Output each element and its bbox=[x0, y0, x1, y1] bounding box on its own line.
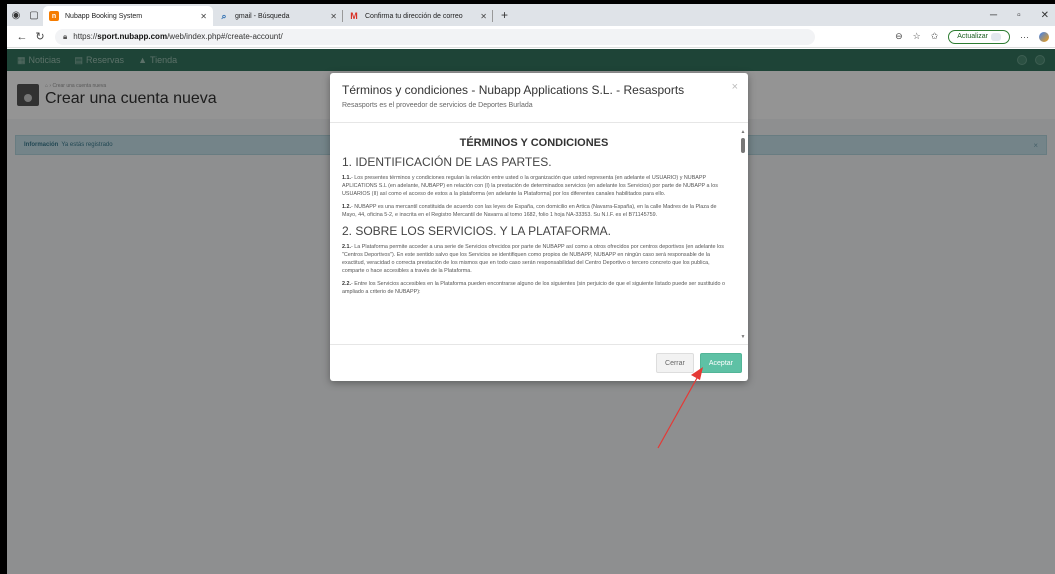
nubapp-favicon-icon: n bbox=[49, 11, 59, 21]
copilot-icon[interactable] bbox=[1039, 31, 1049, 42]
terms-heading: TÉRMINOS Y CONDICIONES bbox=[459, 137, 609, 149]
address-bar: ← ↻ 🔒︎ https://sport.nubapp.com/web/inde… bbox=[7, 26, 1055, 48]
modal-footer: Cerrar Aceptar bbox=[330, 345, 748, 381]
modal-subtitle: Resasports es el proveedor de servicios … bbox=[342, 102, 533, 109]
toolbar-right: ⊖ ☆ ✩ Actualizar ··· bbox=[895, 29, 1049, 44]
terms-scrollbar[interactable]: ▲ ▼ bbox=[740, 129, 746, 341]
terms-scroll-area[interactable]: TÉRMINOS Y CONDICIONES 1. IDENTIFICACIÓN… bbox=[330, 123, 748, 345]
scroll-up-icon[interactable]: ▲ bbox=[740, 129, 746, 136]
window-controls: ─ ▫ ✕ bbox=[990, 10, 1055, 21]
new-tab-button[interactable]: + bbox=[493, 8, 516, 22]
page-content: ▦ Noticias ▤ Reservas ▲ Tienda ⌂ › Crear un… bbox=[7, 49, 1055, 574]
favorites-icon[interactable]: ✩ bbox=[931, 31, 939, 42]
section-heading: 2. SOBRE LOS SERVICIOS. Y LA PLATAFORMA. bbox=[342, 224, 611, 238]
tab-label: gmail - Búsqueda bbox=[235, 12, 290, 20]
url-host: sport.nubapp.com bbox=[97, 32, 168, 41]
close-modal-icon[interactable]: × bbox=[732, 81, 738, 93]
back-icon[interactable]: ← bbox=[13, 31, 31, 43]
tab-confirm-email[interactable]: M Confirma tu dirección de correo ✕ bbox=[343, 6, 493, 26]
close-tab-icon[interactable]: ✕ bbox=[474, 12, 487, 21]
accept-button[interactable]: Aceptar bbox=[699, 353, 742, 373]
clause-number: 2.1. bbox=[342, 244, 351, 250]
clause-number: 2.2. bbox=[342, 281, 351, 287]
modal-header: Términos y condiciones - Nubapp Applicat… bbox=[330, 73, 748, 123]
clause-text: - La Plataforma permite acceder a una se… bbox=[342, 244, 724, 274]
tab-gmail-search[interactable]: ⌕ gmail - Búsqueda ✕ bbox=[213, 6, 343, 26]
search-icon: ⌕ bbox=[221, 10, 227, 21]
more-menu-icon[interactable]: ··· bbox=[1020, 32, 1029, 42]
minimize-icon[interactable]: ─ bbox=[990, 10, 997, 21]
tab-nubapp[interactable]: n Nubapp Booking System ✕ bbox=[43, 6, 213, 26]
url-prefix: https:// bbox=[73, 32, 98, 41]
tab-strip: ◉ ▢ n Nubapp Booking System ✕ ⌕ gmail - … bbox=[7, 4, 1055, 26]
reload-icon[interactable]: ↻ bbox=[31, 30, 49, 43]
tab-actions-icon[interactable]: ▢ bbox=[25, 6, 43, 24]
clause-text: - NUBAPP es una mercantil constituida de… bbox=[342, 204, 717, 218]
terms-paragraph: 2.2.- Entre los Servicios accesibles en … bbox=[342, 280, 726, 296]
section-heading: 1. IDENTIFICACIÓN DE LAS PARTES. bbox=[342, 155, 552, 169]
close-tab-icon[interactable]: ✕ bbox=[194, 12, 207, 21]
terms-paragraph: 1.1.- Los presentes términos y condicion… bbox=[342, 174, 726, 198]
modal-title: Términos y condiciones - Nubapp Applicat… bbox=[342, 83, 685, 97]
terms-modal: Términos y condiciones - Nubapp Applicat… bbox=[330, 73, 748, 381]
scroll-down-icon[interactable]: ▼ bbox=[740, 334, 746, 341]
profile-icon[interactable]: ◉ bbox=[7, 6, 25, 24]
tab-label: Confirma tu dirección de correo bbox=[365, 12, 463, 20]
lock-icon: 🔒︎ bbox=[63, 31, 68, 41]
url-path: /web/index.php#/create-account/ bbox=[167, 32, 283, 41]
scrollbar-thumb[interactable] bbox=[741, 138, 745, 153]
zoom-icon[interactable]: ⊖ bbox=[895, 31, 903, 42]
terms-paragraph: 2.1.- La Plataforma permite acceder a un… bbox=[342, 243, 726, 275]
update-button[interactable]: Actualizar bbox=[948, 29, 1010, 44]
tab-label: Nubapp Booking System bbox=[65, 12, 143, 20]
tab-separator bbox=[492, 10, 493, 22]
gmail-icon: M bbox=[350, 11, 358, 21]
update-face-icon bbox=[991, 32, 1001, 41]
close-window-icon[interactable]: ✕ bbox=[1041, 10, 1049, 21]
clause-number: 1.2. bbox=[342, 204, 351, 210]
browser-window: ◉ ▢ n Nubapp Booking System ✕ ⌕ gmail - … bbox=[7, 4, 1055, 574]
update-label: Actualizar bbox=[957, 33, 988, 40]
clause-text: - Los presentes términos y condiciones r… bbox=[342, 175, 718, 197]
close-tab-icon[interactable]: ✕ bbox=[324, 12, 337, 21]
terms-paragraph: 1.2.- NUBAPP es una mercantil constituid… bbox=[342, 203, 726, 219]
clause-number: 1.1. bbox=[342, 175, 351, 181]
close-button[interactable]: Cerrar bbox=[656, 353, 694, 373]
maximize-icon[interactable]: ▫ bbox=[1017, 10, 1021, 21]
clause-text: - Entre los Servicios accesibles en la P… bbox=[342, 281, 725, 295]
favorite-star-icon[interactable]: ☆ bbox=[913, 31, 921, 42]
url-input[interactable]: 🔒︎ https://sport.nubapp.com/web/index.ph… bbox=[55, 28, 815, 45]
